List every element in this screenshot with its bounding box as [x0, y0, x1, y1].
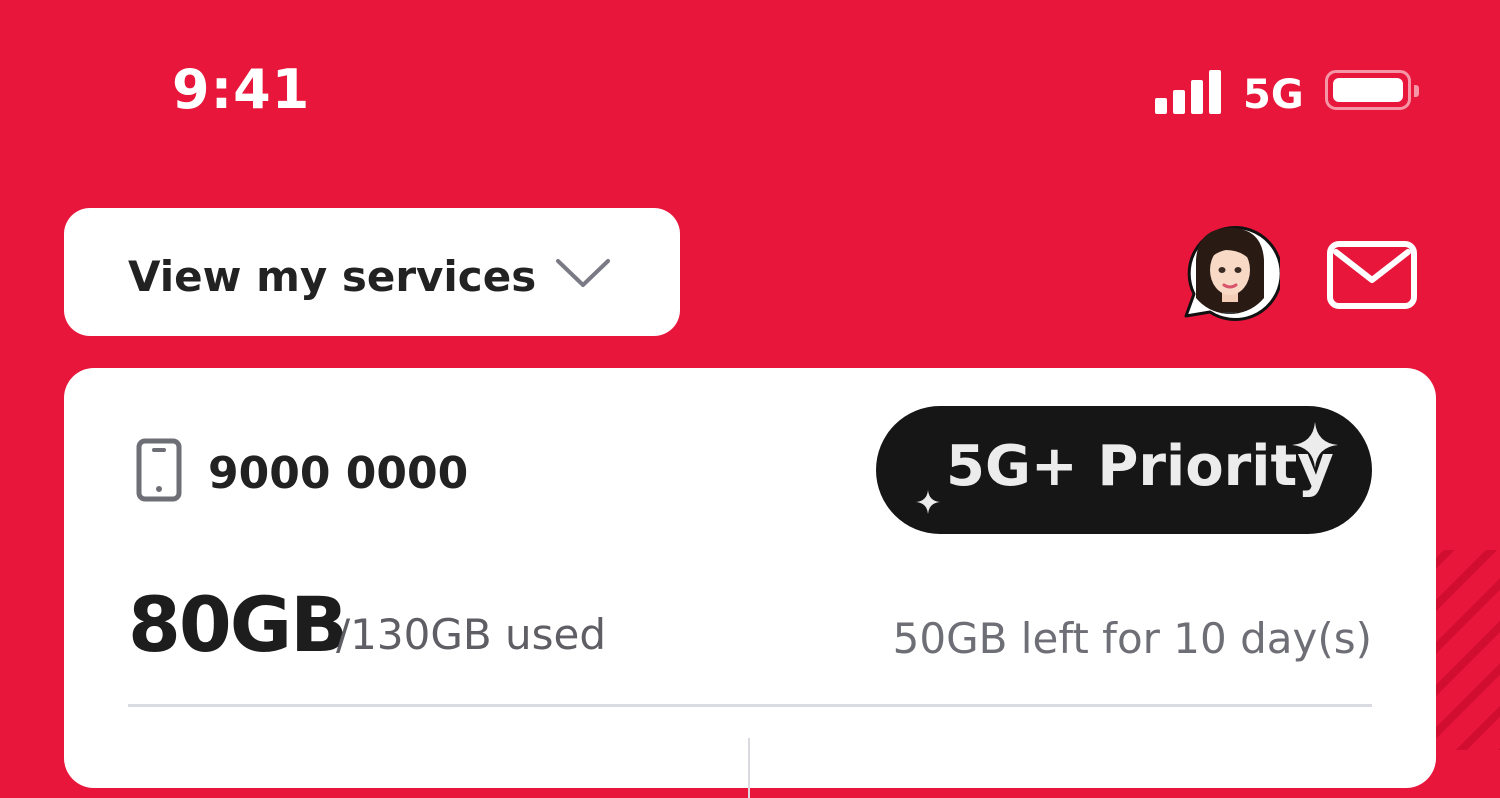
data-remaining: 50GB left for 10 day(s) [892, 614, 1372, 663]
divider [128, 704, 1372, 707]
chevron-down-icon [556, 259, 610, 287]
data-total: /130GB used [336, 610, 607, 659]
priority-badge: 5G+ Priority [876, 406, 1372, 534]
battery-icon [1325, 70, 1419, 110]
usage-card: 9000 0000 5G+ Priority 80GB /130GB used … [64, 368, 1436, 798]
assistant-avatar-icon[interactable] [1176, 220, 1280, 324]
signal-icon [1155, 68, 1225, 114]
network-type: 5G [1243, 72, 1304, 118]
phone-number: 9000 0000 [208, 448, 469, 499]
view-services-label: View my services [128, 252, 537, 301]
view-services-dropdown[interactable]: View my services [64, 208, 680, 336]
mobile-phone-icon [136, 438, 182, 502]
priority-badge-label: 5G+ Priority [946, 434, 1334, 499]
sparkle-icon [1292, 422, 1338, 468]
vertical-divider [748, 738, 750, 798]
data-used: 80GB [128, 580, 348, 669]
mail-icon[interactable] [1326, 240, 1418, 310]
status-time: 9:41 [172, 58, 311, 121]
sparkle-icon [916, 490, 940, 514]
